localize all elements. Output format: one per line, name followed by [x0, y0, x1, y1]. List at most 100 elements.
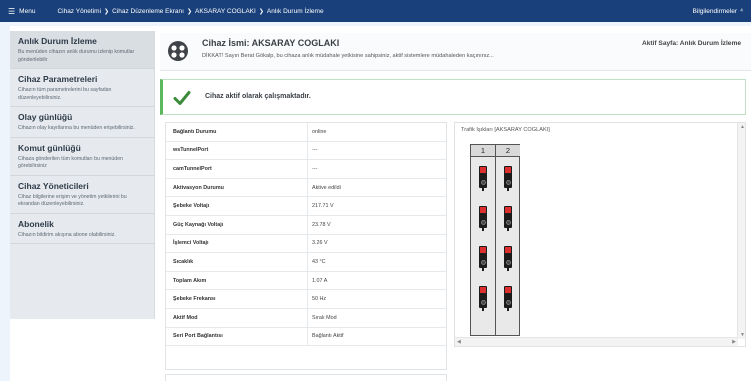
horizontal-scrollbar[interactable]: ◀ ▶ — [455, 337, 738, 346]
signal-pole — [507, 188, 509, 191]
chevron-right-icon: ❯ — [258, 8, 264, 15]
info-value: online — [312, 128, 327, 135]
info-key: Şebeke Frekansı — [166, 290, 308, 308]
traffic-signal[interactable] — [504, 286, 512, 311]
vertical-scrollbar[interactable]: ▲ ▼ — [737, 123, 745, 339]
traffic-signal[interactable] — [479, 206, 487, 231]
info-value: Aktive edildi — [312, 184, 341, 191]
sidebar-item-desc: Cihazın bildirim akışına abone olabilirs… — [18, 231, 116, 238]
sidebar-item-title: Komut günlüğü — [18, 142, 81, 153]
menu-label: Menu — [19, 7, 36, 15]
scroll-up-icon[interactable]: ▲ — [740, 124, 745, 130]
info-row: Şebeke Voltajı 217.71 V — [166, 197, 446, 216]
traffic-signal[interactable] — [504, 166, 512, 191]
info-row: Güç Kaynağı Voltajı 23.78 V — [166, 216, 446, 235]
chevron-right-icon: ❯ — [186, 8, 193, 15]
sidebar: Anlık Durum İzleme Bu menüden cihazın an… — [10, 31, 155, 319]
info-row: Sıcaklık 43 °C — [166, 253, 446, 272]
signal-pole — [482, 308, 484, 311]
info-row: Aktif Mod Sıralı Mod — [166, 309, 446, 328]
red-lamp-icon — [505, 167, 511, 173]
top-navbar: ☰ Menu Cihaz Yönetimi ❯ Cihaz Düzenleme … — [0, 0, 751, 22]
status-message: Cihaz aktif olarak çalışmaktadır. — [205, 93, 311, 100]
red-lamp-icon — [505, 207, 511, 213]
breadcrumb: Cihaz Yönetimi ❯ Cihaz Düzenleme Ekranı … — [57, 8, 323, 15]
traffic-signal[interactable] — [479, 246, 487, 271]
green-lamp-icon — [480, 220, 486, 225]
device-name: Cihaz İsmi: AKSARAY COGLAKI — [202, 38, 340, 48]
sidebar-item-desc: Bu menüden cihazın anlık durumu izlenip … — [18, 49, 135, 63]
info-value: Bağlantı Aktif — [312, 333, 344, 340]
red-lamp-icon — [505, 247, 511, 253]
signal-pole — [507, 308, 509, 311]
info-value: 50 Hz — [312, 296, 327, 303]
signal-pole — [507, 268, 509, 271]
next-panel — [165, 374, 447, 381]
info-key: Bağlantı Durumu — [166, 123, 308, 141]
sidebar-item-title: Olay günlüğü — [18, 112, 73, 123]
green-lamp-icon — [505, 260, 511, 265]
sidebar-item-desc: Cihazın tüm parametrelerini bu sayfadan … — [18, 87, 112, 101]
traffic-signal[interactable] — [479, 166, 487, 191]
info-row: camTunnelPort --- — [166, 160, 446, 179]
sidebar-item-command-log[interactable]: Komut günlüğü Cihaza gönderilen tüm komu… — [10, 138, 154, 176]
info-key: wsTunnelPort — [166, 141, 308, 160]
sidebar-item-title: Anlık Durum İzleme — [18, 36, 97, 46]
traffic-controller-icon — [168, 41, 188, 61]
notifications-label: Bilgilendirmeler — [692, 7, 737, 15]
info-row: İşlemci Voltajı 3.26 V — [166, 234, 446, 254]
notifications-button[interactable]: Bilgilendirmeler ⁴ — [693, 0, 743, 22]
bell-icon: ⁴ — [739, 7, 743, 15]
signal-column-header: 2 — [496, 145, 520, 157]
info-value: Sıralı Mod — [312, 314, 337, 321]
signal-pole — [482, 228, 484, 231]
info-key: Güç Kaynağı Voltajı — [166, 216, 308, 234]
info-row: Bağlantı Durumu online — [166, 123, 446, 142]
checkmark-icon — [173, 91, 191, 105]
signal-pole — [507, 228, 509, 231]
breadcrumb-device-management[interactable]: Cihaz Yönetimi — [57, 8, 101, 15]
green-lamp-icon — [480, 300, 486, 305]
traffic-signal[interactable] — [504, 246, 512, 271]
breadcrumb-device[interactable]: AKSARAY COGLAKI — [195, 8, 256, 15]
menu-button[interactable]: ☰ Menu — [0, 0, 45, 22]
scroll-left-icon[interactable]: ◀ — [457, 339, 461, 345]
green-lamp-icon — [480, 260, 486, 265]
sidebar-item-desc: Cihaz bilgilerine erişim ve yönetim yetk… — [18, 193, 127, 208]
status-alert: Cihaz aktif olarak çalışmaktadır. — [160, 79, 746, 115]
red-lamp-icon — [480, 247, 486, 253]
info-value: --- — [312, 147, 318, 154]
sidebar-item-desc: Cihazın olay kayıtlarına bu menüden eriş… — [18, 125, 135, 132]
red-lamp-icon — [480, 167, 486, 173]
info-row: Şebeke Frekansı 50 Hz — [166, 290, 446, 309]
scroll-right-icon[interactable]: ▶ — [732, 339, 736, 345]
info-value: --- — [312, 165, 318, 172]
info-value: 3.26 V — [312, 240, 328, 247]
info-value: 1.07 A — [312, 277, 328, 284]
scroll-down-icon[interactable]: ▼ — [740, 332, 745, 338]
traffic-signal[interactable] — [479, 286, 487, 311]
traffic-lights-grid: 12 — [470, 144, 520, 336]
sidebar-item-subscription[interactable]: Abonelik Cihazın bildirim akışına abone … — [10, 214, 154, 245]
info-value: 23.78 V — [312, 221, 331, 228]
sidebar-item-desc: Cihaza gönderilen tüm komutları bu menüd… — [18, 155, 123, 170]
sidebar-item-device-managers[interactable]: Cihaz Yöneticileri Cihaz bilgilerine eri… — [10, 176, 154, 214]
green-lamp-icon — [480, 180, 486, 185]
red-lamp-icon — [480, 207, 486, 213]
info-row: wsTunnelPort --- — [166, 141, 446, 161]
active-page-label: Aktif Sayfa: Anlık Durum İzleme — [641, 40, 741, 47]
signal-pole — [482, 188, 484, 191]
info-value: 43 °C — [312, 258, 326, 265]
green-lamp-icon — [505, 220, 511, 225]
breadcrumb-device-edit[interactable]: Cihaz Düzenleme Ekranı — [112, 8, 184, 15]
traffic-signal[interactable] — [504, 206, 512, 231]
info-key: Şebeke Voltajı — [166, 197, 308, 215]
sidebar-item-title: Cihaz Yöneticileri — [18, 180, 89, 191]
device-header: Cihaz İsmi: AKSARAY COGLAKI DİKKAT! Sayı… — [160, 33, 751, 71]
sidebar-item-parameters[interactable]: Cihaz Parametreleri Cihazın tüm parametr… — [10, 69, 154, 108]
info-key: camTunnelPort — [166, 160, 308, 178]
breadcrumb-current: Anlık Durum İzleme — [266, 7, 324, 15]
green-lamp-icon — [505, 180, 511, 185]
sidebar-item-live-status[interactable]: Anlık Durum İzleme Bu menüden cihazın an… — [10, 31, 154, 70]
sidebar-item-event-log[interactable]: Olay günlüğü Cihazın olay kayıtlarına bu… — [10, 107, 154, 138]
